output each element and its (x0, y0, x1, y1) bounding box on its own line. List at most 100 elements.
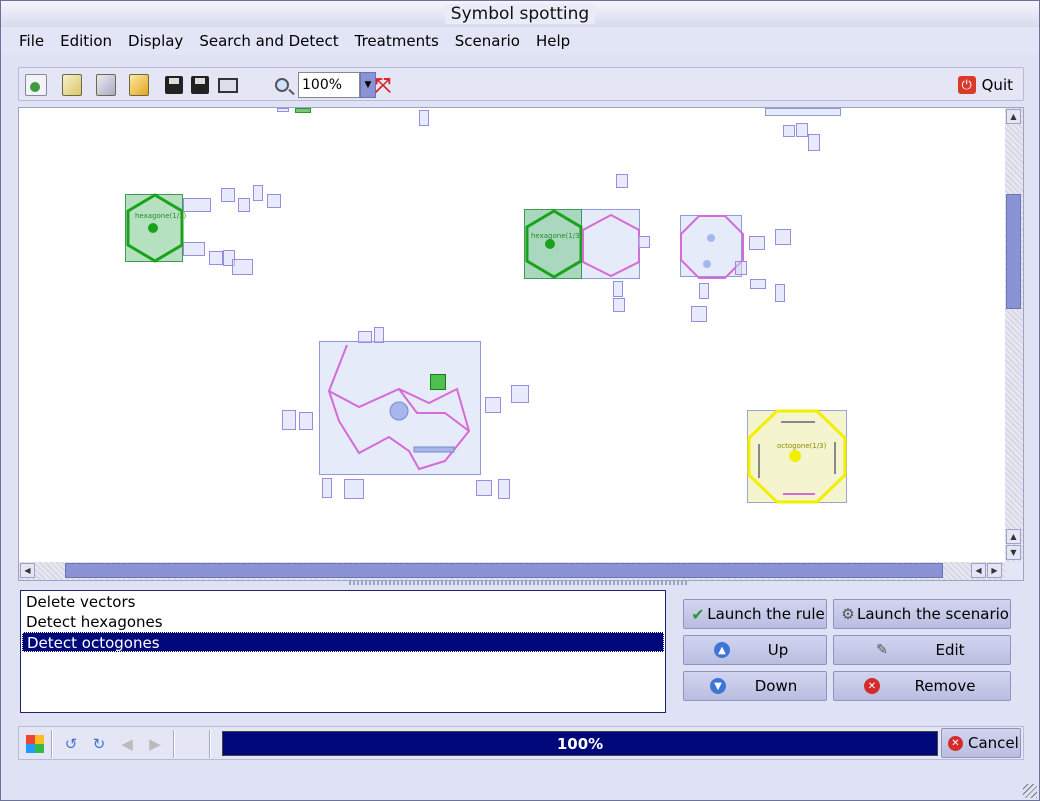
menu-treatments[interactable]: Treatments (347, 29, 447, 53)
horizontal-scroll-thumb[interactable] (65, 563, 943, 578)
menu-file[interactable]: File (11, 29, 52, 53)
up-button[interactable]: ▲ Up (683, 635, 827, 665)
quit-button[interactable]: ⏻ Quit (954, 72, 1017, 98)
separator (209, 730, 211, 758)
symbol-box (232, 259, 253, 275)
save-as-icon (191, 76, 209, 94)
vertical-scrollbar[interactable]: ▲ ▲ ▼ (1005, 108, 1023, 562)
symbol-box (344, 479, 364, 499)
symbol-box (183, 242, 205, 256)
arrow-left-icon: ◀ (24, 566, 31, 575)
vertical-scroll-thumb[interactable] (1006, 194, 1021, 309)
symbol-box (209, 251, 223, 265)
back-icon[interactable]: ◀ (117, 734, 137, 754)
scroll-left-button[interactable]: ◀ (20, 563, 35, 578)
new-project-button[interactable] (23, 72, 49, 98)
open-folder-button[interactable] (126, 72, 152, 98)
rule-item-detect-hexagones[interactable]: Detect hexagones (22, 612, 664, 632)
detected-symbol[interactable] (430, 374, 446, 390)
status-bar: ↺ ↻ ◀ ▶ 100% ✕ Cancel (18, 726, 1024, 760)
cancel-button[interactable]: ✕ Cancel (941, 728, 1021, 758)
edit-label: Edit (935, 641, 965, 659)
progress-bar: 100% (222, 731, 938, 756)
symbol-box (238, 198, 250, 212)
zoom-select[interactable]: 100% (298, 72, 360, 98)
octagon-label: octogone(1/3) (777, 442, 827, 450)
scroll-up-button[interactable]: ▲ (1006, 109, 1021, 124)
down-label: Down (754, 677, 798, 695)
launch-rule-button[interactable]: ✔ Launch the rule (683, 599, 827, 629)
menu-search-and-detect[interactable]: Search and Detect (191, 29, 346, 53)
remove-label: Remove (914, 677, 976, 695)
hexagon-label: hexagone(1/3) (531, 232, 583, 240)
menu-display[interactable]: Display (120, 29, 191, 53)
symbol-box (735, 261, 747, 275)
save-as-button[interactable] (187, 72, 213, 98)
fit-window-icon: ⤧ (375, 73, 391, 97)
scroll-up-button-bottom[interactable]: ▲ (1006, 529, 1021, 544)
rule-item-delete-vectors[interactable]: Delete vectors (22, 592, 664, 612)
symbol-box (277, 108, 289, 112)
symbol-box (765, 108, 841, 116)
splitter-handle[interactable] (349, 581, 689, 585)
menu-help[interactable]: Help (528, 29, 578, 53)
arrow-up-icon: ▲ (1010, 112, 1017, 121)
forward-icon[interactable]: ▶ (145, 734, 165, 754)
save-button[interactable] (161, 72, 187, 98)
menu-edition[interactable]: Edition (52, 29, 120, 53)
menu-bar: File Edition Display Search and Detect T… (1, 27, 1039, 55)
hexagon-label: hexagone(1/3) (135, 212, 187, 220)
scroll-right-button[interactable]: ▶ (987, 563, 1002, 578)
undo-icon[interactable]: ↺ (61, 734, 81, 754)
scroll-left-button-right[interactable]: ◀ (971, 563, 986, 578)
symbol-box (691, 306, 707, 322)
zoom-button[interactable] (269, 72, 295, 98)
open-folder-icon (129, 74, 149, 96)
remove-button[interactable]: ✕ Remove (833, 671, 1011, 701)
drawing-canvas[interactable]: hexagone(1/3) hexagone(1/3) octogone(1/3… (19, 108, 1005, 562)
arrow-left-icon: ◀ (975, 566, 982, 575)
symbol-box (613, 298, 625, 312)
symbol-box (485, 397, 501, 413)
cancel-label: Cancel (968, 734, 1019, 752)
symbol-box (476, 480, 492, 496)
redo-icon[interactable]: ↻ (89, 734, 109, 754)
symbol-box (374, 327, 384, 343)
down-button[interactable]: ▼ Down (683, 671, 827, 701)
hexagon-outline-icon (582, 213, 640, 278)
symbol-box (783, 125, 795, 137)
resize-grip[interactable] (1023, 784, 1037, 798)
symbol-box (749, 236, 765, 250)
drawing-segments (327, 344, 471, 471)
wrench-icon: ✎ (876, 642, 888, 658)
new-project-icon (25, 74, 47, 96)
drawing-view: hexagone(1/3) hexagone(1/3) octogone(1/3… (18, 107, 1024, 581)
rule-item-detect-octogones[interactable]: Detect octogones (22, 632, 664, 652)
rule-list[interactable]: Delete vectors Detect hexagones Detect o… (20, 590, 666, 713)
symbol-box (322, 478, 332, 498)
symbol-box (498, 479, 510, 499)
scroll-down-button[interactable]: ▼ (1006, 545, 1021, 560)
horizontal-scrollbar[interactable]: ◀ ◀ ▶ (19, 562, 1005, 580)
open-image-button[interactable] (59, 72, 85, 98)
symbol-box (750, 279, 766, 289)
symbol-box (616, 174, 628, 188)
window-title: Symbol spotting (444, 4, 596, 24)
fit-to-window-button[interactable]: ⤧ (370, 72, 396, 98)
menu-scenario[interactable]: Scenario (447, 29, 528, 53)
hexagon-symbol-icon (525, 209, 583, 279)
color-grid-icon[interactable] (25, 734, 45, 754)
arrow-up-circle-icon: ▲ (714, 642, 730, 658)
symbol-box (808, 134, 820, 151)
export-icon (218, 77, 238, 93)
launch-scenario-button[interactable]: ⚙ Launch the scenario (833, 599, 1011, 629)
edit-button[interactable]: ✎ Edit (833, 635, 1011, 665)
open-vector-button[interactable] (93, 72, 119, 98)
symbol-box (295, 108, 311, 113)
symbol-box (267, 194, 281, 208)
arrow-down-icon: ▼ (1010, 548, 1017, 557)
open-image-icon (62, 74, 82, 96)
export-button[interactable] (215, 72, 241, 98)
save-icon (165, 76, 183, 94)
launch-scenario-label: Launch the scenario (857, 605, 1009, 623)
